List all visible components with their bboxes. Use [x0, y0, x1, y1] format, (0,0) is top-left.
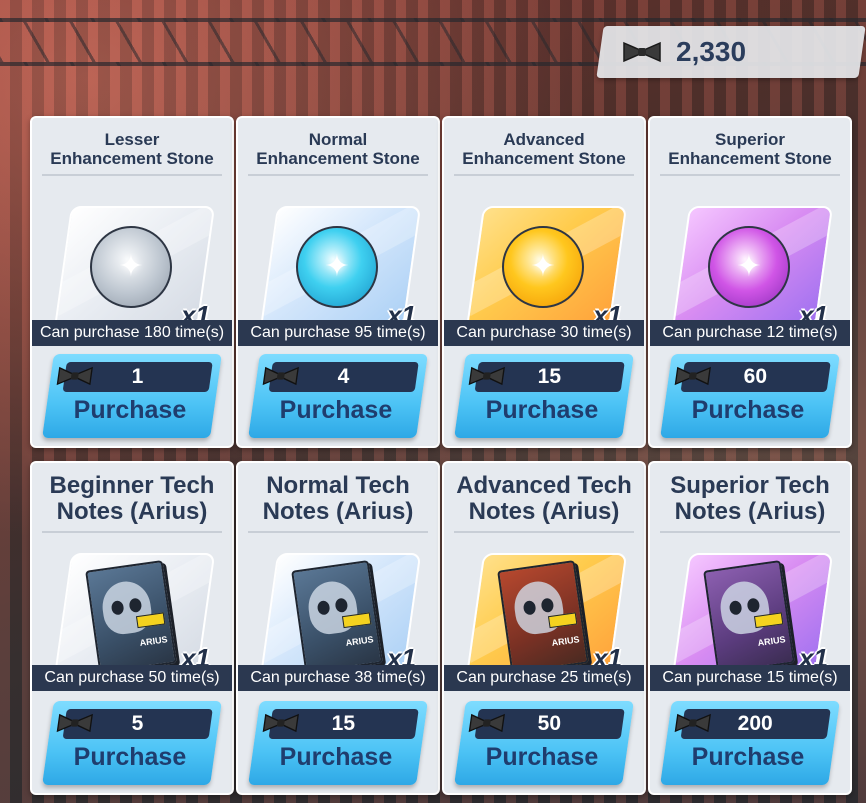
price-tag: 50 [468, 709, 625, 739]
skull-emblem-icon [717, 578, 773, 637]
shop-item-card: Normal Enhancement Stone ✦ x1 Can purcha… [236, 116, 440, 448]
book-tag [547, 612, 578, 629]
item-title: Advanced Enhancement Stone [454, 130, 634, 176]
price-value: 200 [738, 712, 774, 735]
gold-enhancement-stone-icon: ✦ [502, 226, 584, 308]
tech-notes-book-icon: ARIUS [85, 560, 177, 674]
tech-notes-book-icon: ARIUS [703, 560, 795, 674]
purchase-label: Purchase [691, 743, 805, 771]
price-tag: 1 [56, 362, 213, 392]
bowtie-icon [673, 711, 712, 735]
skull-emblem-icon [99, 578, 155, 637]
tech-notes-book-icon: ARIUS [291, 560, 383, 674]
shop-item-card: Superior Tech Notes (Arius) ARIUS x1 Can… [648, 461, 852, 795]
price-value: 50 [537, 712, 562, 735]
price-value: 15 [331, 712, 356, 735]
book-label: ARIUS [550, 634, 581, 648]
price-value: 15 [537, 365, 562, 388]
bowtie-icon [467, 364, 506, 388]
price-tag: 60 [674, 362, 831, 392]
book-tag [753, 612, 784, 629]
purchase-button[interactable]: 50 Purchase [454, 701, 634, 785]
bowtie-icon [673, 364, 712, 388]
book-label: ARIUS [756, 634, 787, 648]
purchase-limit: Can purchase 12 time(s) [650, 320, 850, 346]
item-title: Superior Enhancement Stone [660, 130, 840, 176]
currency-display: 2,330 [622, 26, 842, 78]
shop-item-card: Beginner Tech Notes (Arius) ARIUS x1 Can… [30, 461, 234, 795]
purchase-label: Purchase [279, 743, 393, 771]
purchase-limit: Can purchase 30 time(s) [444, 320, 644, 346]
purchase-button[interactable]: 4 Purchase [248, 354, 428, 438]
purchase-limit: Can purchase 38 time(s) [238, 665, 438, 691]
purchase-button[interactable]: 60 Purchase [660, 354, 840, 438]
bowtie-icon [55, 364, 94, 388]
price-value: 1 [131, 365, 144, 388]
book-tag [341, 612, 372, 629]
shop-item-card: Lesser Enhancement Stone ✦ x1 Can purcha… [30, 116, 234, 448]
blue-enhancement-stone-icon: ✦ [296, 226, 378, 308]
bowtie-icon [261, 364, 300, 388]
purchase-label: Purchase [73, 396, 187, 424]
purchase-limit: Can purchase 15 time(s) [650, 665, 850, 691]
shop-item-card: Advanced Enhancement Stone ✦ x1 Can purc… [442, 116, 646, 448]
book-label: ARIUS [344, 634, 375, 648]
price-value: 60 [743, 365, 768, 388]
item-title: Normal Enhancement Stone [248, 130, 428, 176]
shop-item-card: Normal Tech Notes (Arius) ARIUS x1 Can p… [236, 461, 440, 795]
item-title: Superior Tech Notes (Arius) [660, 473, 840, 533]
purchase-button[interactable]: 15 Purchase [454, 354, 634, 438]
tech-notes-book-icon: ARIUS [497, 560, 589, 674]
item-title: Normal Tech Notes (Arius) [248, 473, 428, 533]
purchase-label: Purchase [73, 743, 187, 771]
price-tag: 5 [56, 709, 213, 739]
item-title: Lesser Enhancement Stone [42, 130, 222, 176]
purchase-button[interactable]: 1 Purchase [42, 354, 222, 438]
purchase-label: Purchase [691, 396, 805, 424]
bowtie-icon [261, 711, 300, 735]
price-tag: 15 [468, 362, 625, 392]
bowtie-icon [55, 711, 94, 735]
book-tag [135, 612, 166, 629]
price-value: 5 [131, 712, 144, 735]
purchase-label: Purchase [279, 396, 393, 424]
skull-emblem-icon [511, 578, 567, 637]
purchase-limit: Can purchase 95 time(s) [238, 320, 438, 346]
purchase-button[interactable]: 5 Purchase [42, 701, 222, 785]
bowtie-icon [467, 711, 506, 735]
shop-item-card: Superior Enhancement Stone ✦ x1 Can purc… [648, 116, 852, 448]
skull-emblem-icon [305, 578, 361, 637]
shop-item-card: Advanced Tech Notes (Arius) ARIUS x1 Can… [442, 461, 646, 795]
purchase-limit: Can purchase 25 time(s) [444, 665, 644, 691]
purchase-label: Purchase [485, 743, 599, 771]
item-title: Advanced Tech Notes (Arius) [454, 473, 634, 533]
purchase-button[interactable]: 15 Purchase [248, 701, 428, 785]
bowtie-icon [622, 40, 662, 64]
purchase-button[interactable]: 200 Purchase [660, 701, 840, 785]
price-tag: 200 [674, 709, 831, 739]
book-label: ARIUS [138, 634, 169, 648]
price-value: 4 [337, 365, 350, 388]
price-tag: 15 [262, 709, 419, 739]
purchase-label: Purchase [485, 396, 599, 424]
gray-enhancement-stone-icon: ✦ [90, 226, 172, 308]
purchase-limit: Can purchase 180 time(s) [32, 320, 232, 346]
price-tag: 4 [262, 362, 419, 392]
purple-enhancement-stone-icon: ✦ [708, 226, 790, 308]
purchase-limit: Can purchase 50 time(s) [32, 665, 232, 691]
currency-amount: 2,330 [676, 36, 747, 67]
item-title: Beginner Tech Notes (Arius) [42, 473, 222, 533]
